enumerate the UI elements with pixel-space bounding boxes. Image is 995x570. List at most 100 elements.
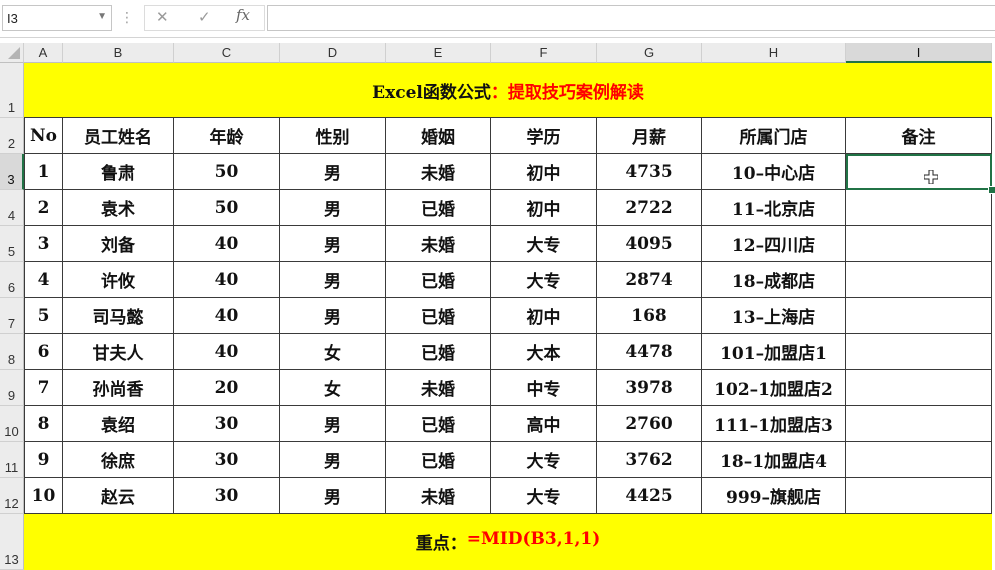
row-header-12[interactable]: 12 [0,478,24,514]
footer-cell[interactable]: 重点： =MID(B3,1,1) [24,514,992,570]
table-cell[interactable]: 初中 [491,190,597,226]
column-header-g[interactable]: G [597,43,702,63]
table-cell[interactable] [846,226,992,262]
table-cell[interactable]: 初中 [491,154,597,190]
select-all-button[interactable] [0,43,24,63]
table-cell[interactable]: 大专 [491,478,597,514]
cancel-icon[interactable]: ✕ [156,8,169,26]
table-cell[interactable]: 4478 [597,334,702,370]
table-cell[interactable]: 4095 [597,226,702,262]
table-cell[interactable]: 男 [280,154,386,190]
table-cell[interactable]: 3 [24,226,63,262]
column-header-b[interactable]: B [63,43,174,63]
table-cell[interactable]: 司马懿 [63,298,174,334]
table-cell[interactable]: 未婚 [386,478,491,514]
table-cell[interactable]: 初中 [491,298,597,334]
table-cell[interactable]: 3762 [597,442,702,478]
table-cell[interactable]: 已婚 [386,334,491,370]
table-cell[interactable] [846,298,992,334]
header-cell-i[interactable]: 备注 [846,118,992,154]
table-cell[interactable]: 高中 [491,406,597,442]
table-cell[interactable]: 大专 [491,226,597,262]
row-header-9[interactable]: 9 [0,370,24,406]
table-cell[interactable]: 4735 [597,154,702,190]
table-cell[interactable]: 女 [280,334,386,370]
table-cell[interactable]: 赵云 [63,478,174,514]
table-cell[interactable]: 168 [597,298,702,334]
table-cell[interactable]: 2 [24,190,63,226]
row-header-1[interactable]: 1 [0,63,24,118]
row-header-3[interactable]: 3 [0,154,24,190]
table-cell[interactable]: 1 [24,154,63,190]
table-cell[interactable]: 2722 [597,190,702,226]
table-cell[interactable]: 鲁肃 [63,154,174,190]
table-cell[interactable]: 10 [24,478,63,514]
fill-handle[interactable] [988,186,995,194]
table-cell[interactable] [846,190,992,226]
row-header-10[interactable]: 10 [0,406,24,442]
table-cell[interactable]: 未婚 [386,370,491,406]
table-cell[interactable]: 102–1加盟店2 [702,370,846,406]
table-cell[interactable] [846,154,992,190]
table-cell[interactable]: 101–加盟店1 [702,334,846,370]
column-header-d[interactable]: D [280,43,386,63]
row-header-2[interactable]: 2 [0,118,24,154]
table-cell[interactable] [846,478,992,514]
header-cell-f[interactable]: 学历 [491,118,597,154]
table-cell[interactable]: 大专 [491,442,597,478]
row-header-8[interactable]: 8 [0,334,24,370]
table-cell[interactable]: 7 [24,370,63,406]
table-cell[interactable]: 女 [280,370,386,406]
title-cell[interactable]: Excel函数公式 ：提取技巧案例解读 [24,63,992,118]
header-cell-h[interactable]: 所属门店 [702,118,846,154]
table-cell[interactable] [846,442,992,478]
table-cell[interactable]: 男 [280,226,386,262]
table-cell[interactable]: 18–成都店 [702,262,846,298]
table-cell[interactable]: 刘备 [63,226,174,262]
table-cell[interactable]: 30 [174,442,280,478]
table-cell[interactable]: 已婚 [386,298,491,334]
table-cell[interactable]: 10–中心店 [702,154,846,190]
table-cell[interactable]: 111–1加盟店3 [702,406,846,442]
column-header-a[interactable]: A [24,43,63,63]
header-cell-g[interactable]: 月薪 [597,118,702,154]
column-header-e[interactable]: E [386,43,491,63]
header-cell-c[interactable]: 年龄 [174,118,280,154]
row-header-11[interactable]: 11 [0,442,24,478]
table-cell[interactable]: 男 [280,262,386,298]
table-cell[interactable]: 男 [280,406,386,442]
table-cell[interactable]: 30 [174,406,280,442]
table-cell[interactable]: 已婚 [386,190,491,226]
column-header-i[interactable]: I [846,43,992,63]
table-cell[interactable]: 8 [24,406,63,442]
table-cell[interactable]: 男 [280,298,386,334]
header-cell-e[interactable]: 婚姻 [386,118,491,154]
table-cell[interactable]: 5 [24,298,63,334]
table-cell[interactable]: 袁绍 [63,406,174,442]
table-cell[interactable]: 大专 [491,262,597,298]
table-cell[interactable]: 40 [174,298,280,334]
column-header-f[interactable]: F [491,43,597,63]
table-cell[interactable]: 6 [24,334,63,370]
table-cell[interactable]: 许攸 [63,262,174,298]
table-cell[interactable] [846,334,992,370]
table-cell[interactable]: 12–四川店 [702,226,846,262]
table-cell[interactable]: 40 [174,226,280,262]
table-cell[interactable]: 9 [24,442,63,478]
name-box[interactable]: I3 ▼ [2,5,112,31]
table-cell[interactable]: 中专 [491,370,597,406]
row-header-13[interactable]: 13 [0,514,24,570]
table-cell[interactable]: 20 [174,370,280,406]
chevron-down-icon[interactable]: ▼ [97,11,107,22]
table-cell[interactable]: 孙尚香 [63,370,174,406]
table-cell[interactable]: 11–北京店 [702,190,846,226]
table-cell[interactable]: 30 [174,478,280,514]
header-cell-b[interactable]: 员工姓名 [63,118,174,154]
table-cell[interactable]: 男 [280,442,386,478]
insert-function-icon[interactable]: fx [236,6,250,24]
table-cell[interactable] [846,370,992,406]
table-cell[interactable]: 徐庶 [63,442,174,478]
table-cell[interactable]: 50 [174,154,280,190]
table-cell[interactable]: 大本 [491,334,597,370]
row-header-4[interactable]: 4 [0,190,24,226]
